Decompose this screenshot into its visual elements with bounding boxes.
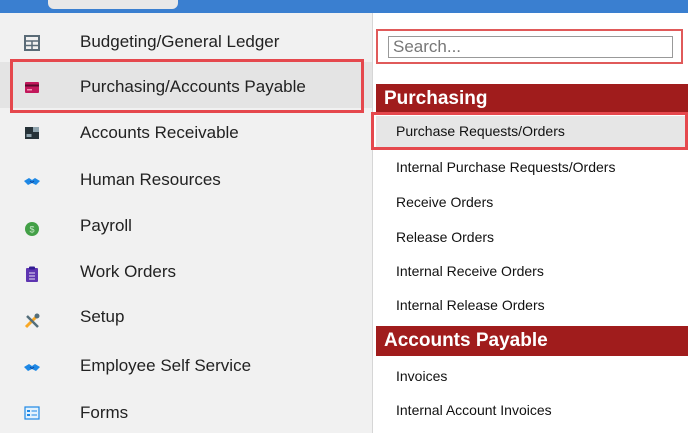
money-bag-icon: $ [25, 222, 39, 236]
sidebar-item-employee-self-service[interactable]: Employee Self Service [0, 343, 372, 389]
svg-text:$: $ [29, 225, 34, 235]
search-input[interactable] [388, 36, 673, 58]
sidebar-item-setup[interactable]: Setup [0, 296, 372, 342]
sidebar-item-label: Work Orders [80, 262, 177, 281]
sidebar-item-label: Employee Self Service [80, 356, 252, 375]
tools-icon [24, 313, 40, 329]
menu-link-invoices[interactable]: Invoices [396, 368, 447, 384]
form-icon [24, 406, 40, 420]
menu-link-internal-purchase-requests-orders[interactable]: Internal Purchase Requests/Orders [396, 159, 615, 175]
ledger-grid-icon [24, 35, 40, 51]
menu-link-internal-receive-orders[interactable]: Internal Receive Orders [396, 263, 544, 279]
register-icon [25, 127, 39, 139]
sidebar-item-label: Setup [80, 307, 125, 326]
sidebar-item-work-orders[interactable]: Work Orders [0, 249, 372, 295]
sidebar-item-label: Human Resources [80, 170, 221, 189]
sidebar-item-label: Forms [80, 403, 129, 422]
handshake-icon [24, 178, 40, 185]
sidebar-item-forms[interactable]: Forms [0, 389, 372, 435]
menu-link-receive-orders[interactable]: Receive Orders [396, 194, 493, 210]
sidebar-item-accounts-receivable[interactable]: Accounts Receivable [0, 110, 372, 156]
menu-link-purchase-requests-orders[interactable]: Purchase Requests/Orders [396, 123, 565, 139]
clipboard-icon [26, 266, 38, 282]
section-header-purchasing: Purchasing [376, 84, 688, 114]
section-header-accounts-payable: Accounts Payable [376, 326, 688, 356]
menu-link-internal-account-invoices[interactable]: Internal Account Invoices [396, 402, 552, 418]
sidebar-item-label: Budgeting/General Ledger [80, 32, 280, 51]
handshake-icon [24, 364, 40, 371]
menu-link-release-orders[interactable]: Release Orders [396, 229, 494, 245]
top-bar [0, 0, 688, 13]
menu-link-internal-release-orders[interactable]: Internal Release Orders [396, 297, 545, 313]
search-box [376, 29, 683, 64]
sidebar-item-payroll[interactable]: $ Payroll [0, 203, 372, 249]
sidebar-item-label: Accounts Receivable [80, 123, 239, 142]
selection-highlight [10, 59, 364, 113]
top-tab[interactable] [48, 0, 178, 9]
sidebar-item-human-resources[interactable]: Human Resources [0, 157, 372, 203]
sidebar-item-label: Payroll [80, 216, 132, 235]
